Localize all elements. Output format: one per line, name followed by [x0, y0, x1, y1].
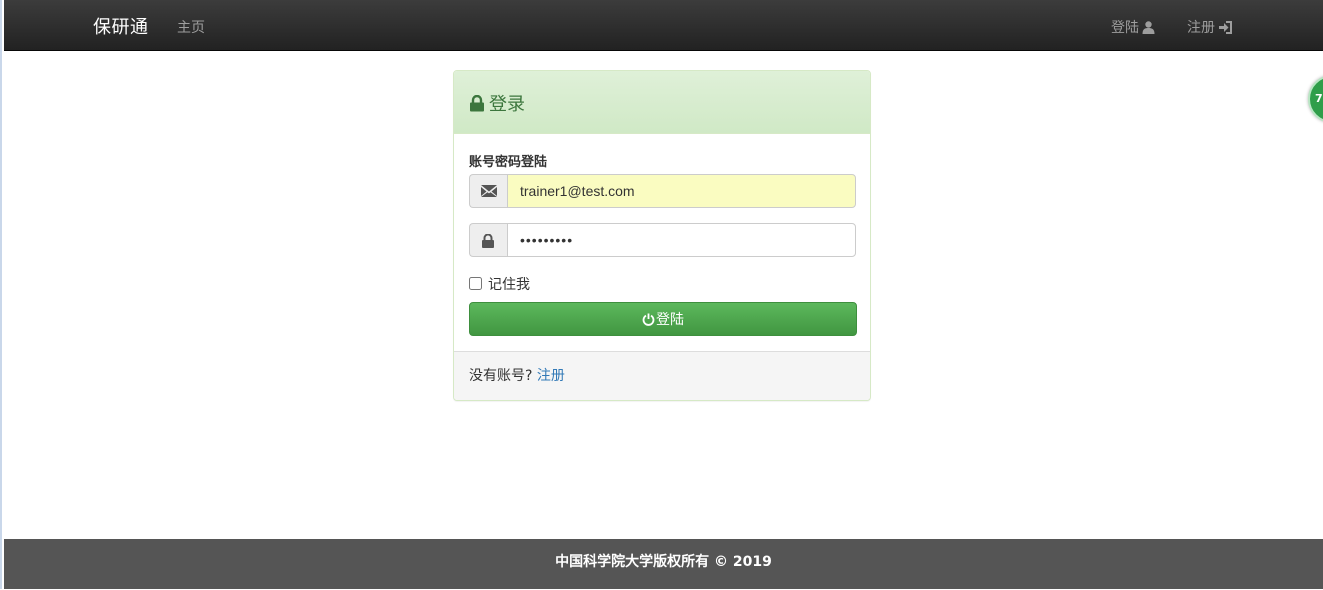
page: 保研通 主页 登陆 注册 76 登录 账号密码登陆 记住我	[0, 0, 1323, 589]
password-addon	[469, 223, 507, 257]
register-link[interactable]: 注册	[537, 368, 565, 384]
login-icon	[1219, 21, 1232, 34]
email-addon	[469, 174, 507, 208]
nav-login-label: 登陆	[1111, 20, 1139, 36]
remember-label: 记住我	[488, 277, 530, 293]
register-prompt: 没有账号? 注册	[469, 365, 565, 385]
page-footer: 中国科学院大学版权所有 © 2019	[4, 539, 1323, 589]
remember-me[interactable]: 记住我	[469, 274, 530, 294]
login-button[interactable]: 登陆	[469, 302, 857, 336]
nav-home-link[interactable]: 主页	[177, 17, 205, 37]
power-icon	[642, 313, 655, 326]
password-input-group	[469, 223, 856, 257]
section-label: 账号密码登陆	[469, 155, 548, 170]
login-panel: 登录 账号密码登陆 记住我 登陆 没有账号? 注册	[453, 70, 871, 401]
brand-logo[interactable]: 保研通	[93, 13, 149, 39]
user-icon	[1142, 21, 1155, 34]
panel-footer: 没有账号? 注册	[454, 351, 870, 400]
lock-icon	[482, 234, 494, 248]
floating-counter-badge[interactable]: 76	[1308, 75, 1323, 123]
remember-checkbox[interactable]	[469, 277, 482, 290]
copyright-text: 中国科学院大学版权所有 © 2019	[555, 554, 772, 570]
envelope-icon	[481, 185, 497, 197]
login-button-label: 登陆	[656, 312, 684, 328]
panel-title: 登录	[469, 90, 525, 116]
nav-register-link[interactable]: 注册	[1187, 17, 1233, 37]
nav-login-link[interactable]: 登陆	[1111, 17, 1155, 37]
password-field[interactable]	[507, 223, 856, 257]
email-field[interactable]	[507, 174, 856, 208]
top-navbar: 保研通 主页 登陆 注册	[4, 0, 1323, 51]
register-prompt-text: 没有账号?	[469, 368, 533, 384]
email-input-group	[469, 174, 856, 208]
panel-heading: 登录	[454, 71, 870, 134]
panel-title-text: 登录	[489, 94, 525, 115]
nav-register-label: 注册	[1187, 20, 1215, 36]
lock-icon	[470, 94, 484, 112]
badge-text: 76	[1315, 92, 1323, 105]
